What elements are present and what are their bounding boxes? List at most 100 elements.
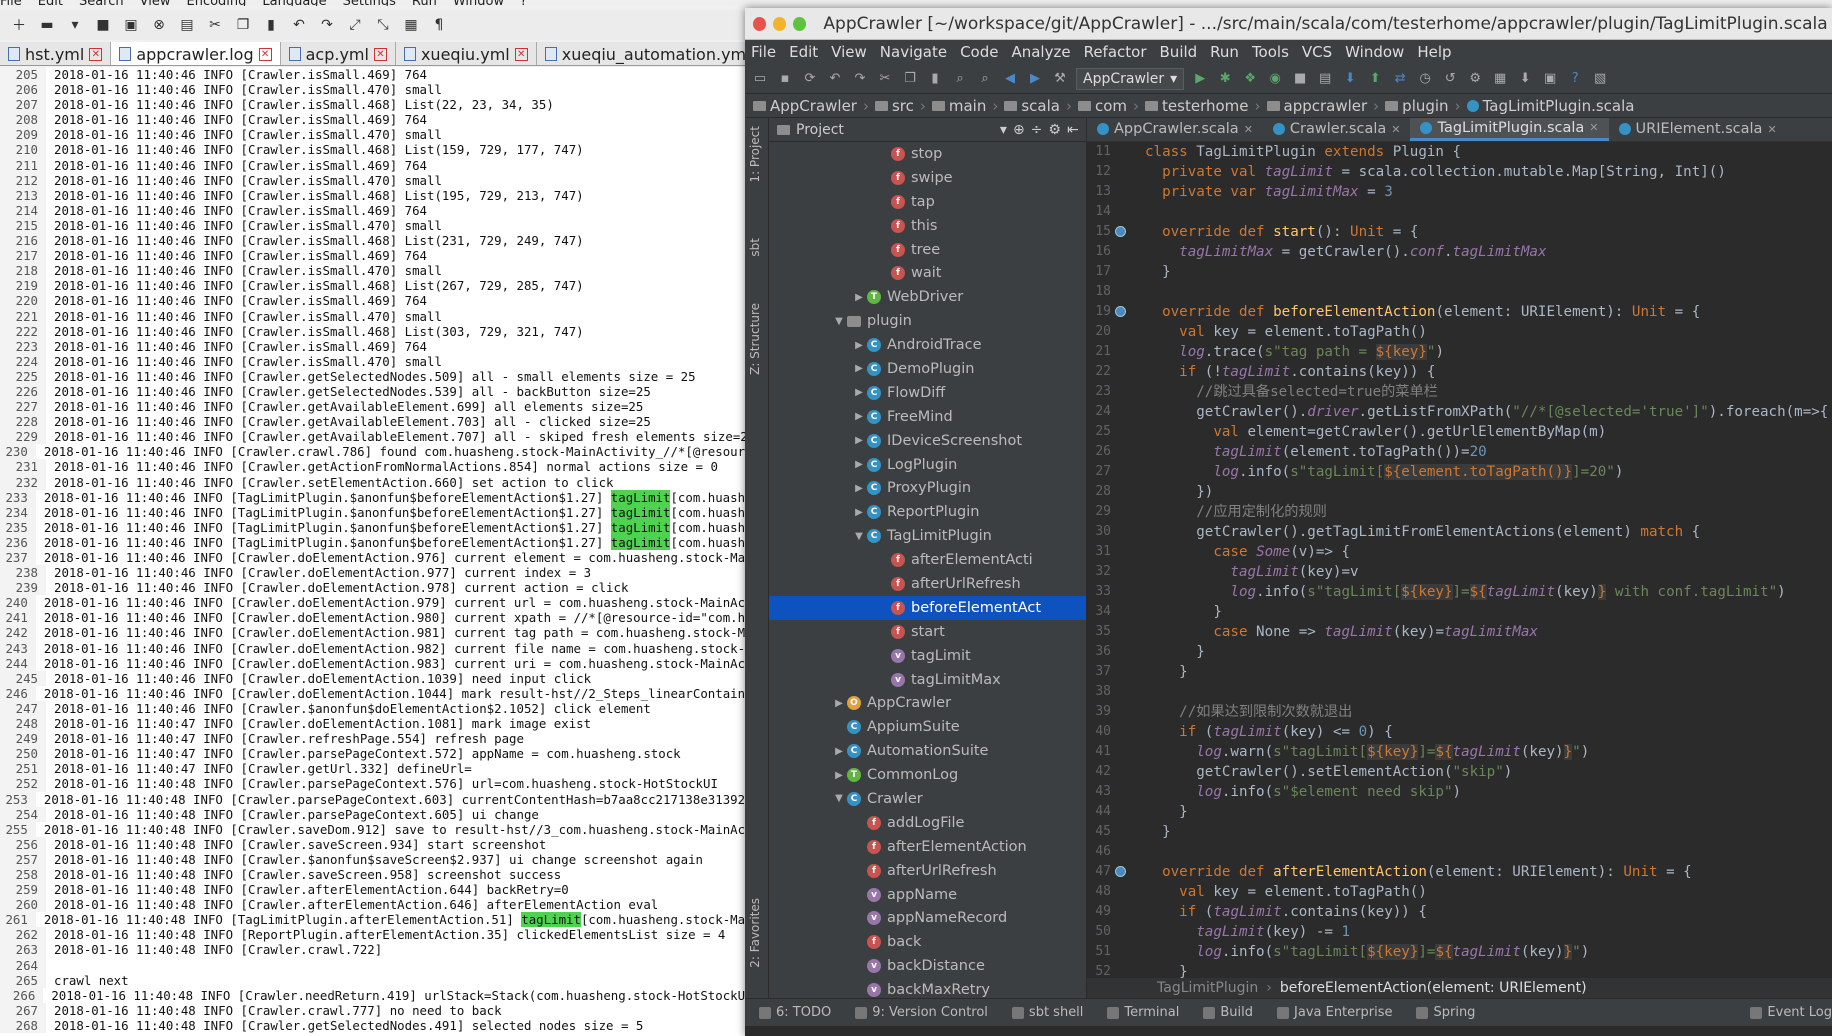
close-icon[interactable]: ✕ [258,47,272,61]
chevron-right-icon[interactable]: ▶ [851,292,867,303]
stop-icon[interactable]: ■ [1291,70,1309,88]
breadcrumb-item[interactable]: TagLimitPlugin.scala [1466,97,1634,115]
tree-item[interactable]: ▶ C FreeMind [769,405,1086,429]
sbt-tool-tab[interactable]: sbt [748,238,762,257]
chevron-right-icon[interactable]: ▶ [851,411,867,422]
breadcrumb-item[interactable]: plugin [1385,97,1449,115]
close-window-icon[interactable] [753,16,767,31]
run-icon[interactable]: ▶ [1191,70,1209,88]
structure-tool-tab[interactable]: Z: Structure [748,303,762,375]
file-tab[interactable]: xueqiu.yml ✕ [395,42,537,65]
revert-icon[interactable]: ↺ [1441,70,1459,88]
breadcrumb-class[interactable]: TagLimitPlugin [1157,980,1258,996]
sdk-icon[interactable]: ⬇ [1516,70,1534,88]
wrap-icon[interactable]: ▦ [400,14,422,36]
tasks-icon[interactable]: ▧ [1591,70,1609,88]
save-all-icon[interactable]: ▣ [120,14,142,36]
cut-icon[interactable]: ✂ [204,14,226,36]
tree-item[interactable]: ▶ C ProxyPlugin [769,476,1086,500]
chevron-right-icon[interactable]: ▶ [851,435,867,446]
debug-icon[interactable]: ✱ [1216,70,1234,88]
tree-item[interactable]: ▶ C AutomationSuite [769,739,1086,763]
menu-item[interactable]: Language [262,0,326,6]
tree-item[interactable]: ▼ C TagLimitPlugin [769,524,1086,548]
breadcrumb-item[interactable]: appcrawler [1266,97,1367,115]
menu-item[interactable]: Help [1417,43,1451,61]
tree-item[interactable]: ▶ C DemoPlugin [769,357,1086,381]
menu-item[interactable]: Navigate [880,43,947,61]
help-icon[interactable]: ? [1566,70,1584,88]
maximize-window-icon[interactable] [793,16,807,31]
menu-item[interactable]: Build [1160,43,1198,61]
minimize-window-icon[interactable] [773,16,787,31]
breadcrumb-item[interactable]: scala [1004,97,1060,115]
tree-item[interactable]: f afterUrlRefresh [769,572,1086,596]
settings-icon[interactable]: ⚙ [1466,70,1484,88]
menu-item[interactable]: Window [453,0,504,6]
file-tab[interactable]: acp.yml ✕ [280,42,396,65]
dropdown-icon[interactable]: ▾ [64,14,86,36]
tree-item[interactable]: f tap [769,190,1086,214]
structure-icon[interactable]: ▤ [1316,70,1334,88]
chevron-right-icon[interactable]: ▶ [851,483,867,494]
new-file-icon[interactable]: ＋ [8,14,30,36]
tool-window-button[interactable]: Spring [1416,1005,1475,1020]
tool-window-button[interactable]: Event Log [1750,1005,1832,1020]
tool-window-button[interactable]: 6: TODO [759,1005,831,1020]
menu-item[interactable]: ? [520,0,527,6]
menu-item[interactable]: View [140,0,171,6]
close-icon[interactable]: ⊗ [148,14,170,36]
tree-item[interactable]: f afterElementActi [769,548,1086,572]
tree-item[interactable]: f back [769,930,1086,954]
tree-item[interactable]: f start [769,620,1086,644]
menu-item[interactable]: Tools [1252,43,1289,61]
breadcrumb-item[interactable]: com [1077,97,1127,115]
gear-icon[interactable]: ⚙ [1048,122,1061,138]
project-structure-icon[interactable]: ▦ [1491,70,1509,88]
chevron-down-icon[interactable]: ▼ [831,793,847,804]
redo-icon[interactable]: ↷ [316,14,338,36]
vcs-update-icon[interactable]: ⬇ [1341,70,1359,88]
code-area[interactable]: 11 class TagLimitPlugin extends Plugin {1… [1087,142,1832,980]
close-icon[interactable]: ✕ [514,47,528,61]
editor-tab[interactable]: URIElement.scala ✕ [1609,118,1787,141]
override-marker-icon[interactable] [1115,306,1126,317]
menu-item[interactable]: Window [1345,43,1404,61]
menu-item[interactable]: Run [1210,43,1239,61]
hide-panel-icon[interactable]: ⇤ [1067,122,1079,138]
log-text-area[interactable]: 205 2018-01-16 11:40:46 INFO [Crawler.isS… [0,67,760,1036]
chevron-right-icon[interactable]: ▶ [851,363,867,374]
file-tab[interactable]: appcrawler.log ✕ [111,42,281,65]
chevron-down-icon[interactable]: ▼ [831,316,847,327]
undo-icon[interactable]: ↶ [288,14,310,36]
tree-item[interactable]: f afterUrlRefresh [769,859,1086,883]
print-icon[interactable]: ▤ [176,14,198,36]
chevron-right-icon[interactable]: ▶ [831,770,847,781]
chevron-right-icon[interactable]: ▶ [831,698,847,709]
tree-item[interactable]: f tree [769,238,1086,262]
tree-item[interactable]: ▶ C FlowDiff [769,381,1086,405]
coverage-icon[interactable]: ❖ [1241,70,1259,88]
tree-item[interactable]: ▶ T CommonLog [769,763,1086,787]
pilcrow-icon[interactable]: ¶ [428,14,450,36]
vcs-commit-icon[interactable]: ⬆ [1366,70,1384,88]
close-icon[interactable]: ✕ [1589,121,1598,134]
fullscreen-icon[interactable]: ⤢ [344,14,366,36]
forward-icon[interactable]: ▶ [1026,70,1044,88]
open-folder-icon[interactable]: ▬ [36,14,58,36]
profile-icon[interactable]: ◉ [1266,70,1284,88]
tree-item[interactable]: ▼ plugin [769,309,1086,333]
menu-item[interactable]: Analyze [1011,43,1070,61]
tree-item[interactable]: ▶ C AndroidTrace [769,333,1086,357]
favorites-tool-tab[interactable]: 2: Favorites [748,898,762,968]
tree-item[interactable]: f beforeElementAct [769,595,1086,620]
menu-item[interactable]: Encoding [186,0,246,6]
tree-item[interactable]: ▶ C ReportPlugin [769,500,1086,524]
cut-icon[interactable]: ✂ [876,70,894,88]
open-icon[interactable]: ▭ [751,70,769,88]
paste-icon[interactable]: ▮ [260,14,282,36]
terminal-icon[interactable]: ▣ [1541,70,1559,88]
breadcrumb-item[interactable]: testerhome [1145,97,1249,115]
breadcrumb-method[interactable]: beforeElementAction(element: URIElement) [1280,980,1587,996]
vcs-compare-icon[interactable]: ⇄ [1391,70,1409,88]
